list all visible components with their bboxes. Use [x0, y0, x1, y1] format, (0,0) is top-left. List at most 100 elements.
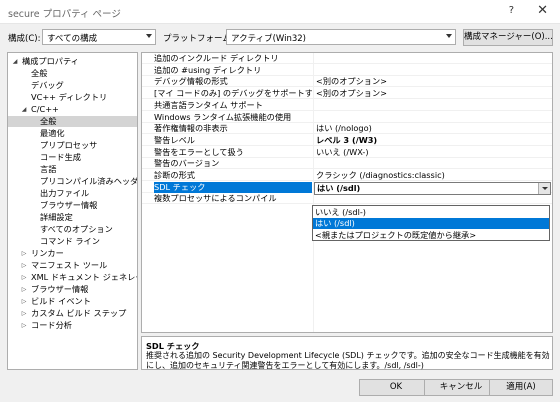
platform-select[interactable]: アクティブ(Win32) — [226, 29, 456, 45]
collapsed-arrow-icon[interactable]: ▷ — [20, 320, 28, 331]
property-value[interactable] — [316, 53, 552, 64]
config-manager-button[interactable]: 構成マネージャー(O)... — [463, 29, 553, 46]
config-select[interactable]: すべての構成 — [42, 29, 156, 45]
tree-item[interactable]: VC++ ディレクトリ — [8, 92, 137, 103]
expanded-arrow-icon[interactable]: ◢ — [20, 104, 28, 115]
ok-button[interactable]: OK — [359, 379, 433, 396]
property-row[interactable]: Windows ランタイム拡張機能の使用 — [142, 112, 552, 123]
collapsed-arrow-icon[interactable]: ▷ — [20, 296, 28, 307]
property-row[interactable]: [マイ コードのみ] のデバッグをサポートする <別のオプション> — [142, 88, 552, 100]
tree-item[interactable]: コマンド ライン — [8, 236, 137, 247]
expanded-arrow-icon[interactable]: ◢ — [11, 56, 19, 67]
tree-item[interactable]: ▷ カスタム ビルド ステップ — [8, 308, 137, 319]
tree-item[interactable]: プリプロセッサ — [8, 140, 137, 151]
tree-item[interactable]: 言語 — [8, 164, 137, 175]
help-icon[interactable]: ? — [509, 5, 514, 16]
tree-item[interactable]: ブラウザー情報 — [8, 200, 137, 211]
dropdown-button[interactable] — [538, 182, 550, 194]
tree-item[interactable]: 出力ファイル — [8, 188, 137, 199]
tree-item-label: 詳細設定 — [40, 212, 73, 222]
tree-item[interactable]: ◢ 構成プロパティ — [8, 56, 137, 67]
property-value[interactable] — [316, 158, 552, 169]
tree-item-label: 言語 — [40, 164, 57, 174]
tree-item[interactable]: ▷ コード分析 — [8, 320, 137, 331]
property-name: 警告のバージョン — [154, 158, 220, 169]
tree-item[interactable]: ▷ ビルド イベント — [8, 296, 137, 307]
property-row[interactable]: 診断の形式 クラシック (/diagnostics:classic) — [142, 170, 552, 181]
tree-item-label: 全般 — [40, 116, 57, 126]
description-text: 推奨される追加の Security Development Lifecycle … — [146, 351, 550, 370]
tree-item[interactable]: コード生成 — [8, 152, 137, 163]
collapsed-arrow-icon[interactable]: ▷ — [20, 308, 28, 319]
property-row[interactable]: 共通言語ランタイム サポート — [142, 100, 552, 111]
window-title: secure プロパティ ページ — [8, 9, 121, 20]
tree-item-label: 出力ファイル — [40, 188, 90, 198]
tree-item[interactable]: すべてのオプション — [8, 224, 137, 235]
property-value[interactable]: <別のオプション> — [316, 76, 552, 87]
sdl-check-combo[interactable]: はい (/sdl) — [314, 181, 551, 195]
tree-item-label: プリコンパイル済みヘッダー — [40, 176, 138, 186]
property-grid[interactable]: 複数プロセッサによるコンパイル SDL チェック 診断の形式 クラシック (/diag… — [141, 52, 553, 333]
property-row[interactable]: 複数プロセッサによるコンパイル — [142, 193, 552, 205]
tree-item[interactable]: ▷ ブラウザー情報 — [8, 284, 137, 295]
collapsed-arrow-icon[interactable]: ▷ — [20, 248, 28, 259]
tree-item[interactable]: ▷XML ドキュメント ジェネレーター — [8, 272, 137, 283]
tree-item-label: 全般 — [31, 68, 48, 78]
description-panel: SDL チェック 推奨される追加の Security Development L… — [141, 336, 553, 370]
tree-item[interactable]: ◢ C/C++ — [8, 104, 137, 115]
property-row[interactable]: 警告レベル レベル 3 (/W3) — [142, 135, 552, 146]
collapsed-arrow-icon[interactable]: ▷ — [20, 272, 28, 283]
property-value[interactable]: レベル 3 (/W3) — [316, 135, 552, 146]
tree-item[interactable]: 最適化 — [8, 128, 137, 139]
property-value[interactable] — [316, 100, 552, 111]
tree-item-label: カスタム ビルド ステップ — [31, 308, 127, 318]
sdl-dropdown-list[interactable]: いいえ (/sdl-) はい (/sdl) <親またはプロジェクトの既定値から継承> — [312, 205, 550, 241]
tree-item[interactable]: プリコンパイル済みヘッダー — [8, 176, 137, 187]
cancel-button[interactable]: キャンセル — [424, 379, 498, 396]
tree-item-label: コマンド ライン — [40, 236, 100, 246]
property-value[interactable]: いいえ (/WX-) — [316, 147, 552, 158]
tree-item-label: マニフェスト ツール — [31, 260, 108, 270]
config-label: 構成(C): — [8, 34, 41, 44]
dropdown-option[interactable]: いいえ (/sdl-) — [313, 207, 549, 218]
property-value[interactable]: クラシック (/diagnostics:classic) — [316, 170, 552, 181]
property-row[interactable]: 著作権情報の非表示 はい (/nologo) — [142, 123, 552, 135]
tree-item[interactable]: ▷ リンカー — [8, 248, 137, 259]
collapsed-arrow-icon[interactable]: ▷ — [20, 284, 28, 295]
property-row[interactable]: 追加のインクルード ディレクトリ — [142, 53, 552, 64]
property-name: [マイ コードのみ] のデバッグをサポートする — [154, 88, 312, 99]
tree-item-label: ビルド イベント — [31, 296, 91, 306]
property-name: SDL チェック — [154, 181, 312, 193]
tree-item-label: ブラウザー情報 — [31, 284, 89, 294]
tree-item-label: C/C++ — [31, 104, 59, 114]
tree-item-label: デバッグ — [31, 80, 64, 90]
property-row[interactable]: デバッグ情報の形式 <別のオプション> — [142, 76, 552, 88]
property-name: 診断の形式 — [154, 170, 195, 180]
tree-item[interactable]: 詳細設定 — [8, 212, 137, 223]
tree-item[interactable]: 全般 — [8, 68, 137, 79]
property-value[interactable]: はい (/nologo) — [316, 123, 552, 134]
tree-item-label: プリプロセッサ — [40, 140, 98, 150]
property-name: 複数プロセッサによるコンパイル — [154, 193, 277, 204]
property-name: Windows ランタイム拡張機能の使用 — [154, 111, 292, 122]
property-value[interactable] — [316, 193, 552, 204]
tree-item[interactable]: デバッグ — [8, 80, 137, 91]
title-bar: secure プロパティ ページ ? ✕ — [0, 0, 560, 24]
tree-item[interactable]: ▷ マニフェスト ツール — [8, 260, 137, 271]
toolbar: 構成(C): すべての構成 プラットフォーム(P): アクティブ(Win32) … — [0, 25, 560, 49]
tree-item[interactable]: 全般 — [8, 116, 137, 127]
collapsed-arrow-icon[interactable]: ▷ — [20, 260, 28, 271]
property-value[interactable] — [316, 65, 552, 76]
property-value[interactable] — [316, 112, 552, 123]
property-row[interactable]: 警告のバージョン — [142, 158, 552, 170]
close-icon[interactable]: ✕ — [537, 3, 548, 18]
tree-item-label: 最適化 — [40, 128, 65, 138]
dropdown-option[interactable]: <親またはプロジェクトの既定値から継承> — [313, 230, 549, 241]
apply-button[interactable]: 適用(A) — [489, 379, 553, 396]
property-row[interactable]: 追加の #using ディレクトリ — [142, 65, 552, 76]
dropdown-option[interactable]: はい (/sdl) — [313, 218, 549, 230]
tree-item-label: コード生成 — [40, 152, 81, 162]
property-value[interactable]: <別のオプション> — [316, 88, 552, 99]
property-row[interactable]: 警告をエラーとして扱う いいえ (/WX-) — [142, 147, 552, 158]
property-tree[interactable]: ◢ 構成プロパティ 全般 デバッグ VC++ ディレクトリ ◢ C/C++ 全般 最適化 プリプロ… — [7, 52, 138, 370]
